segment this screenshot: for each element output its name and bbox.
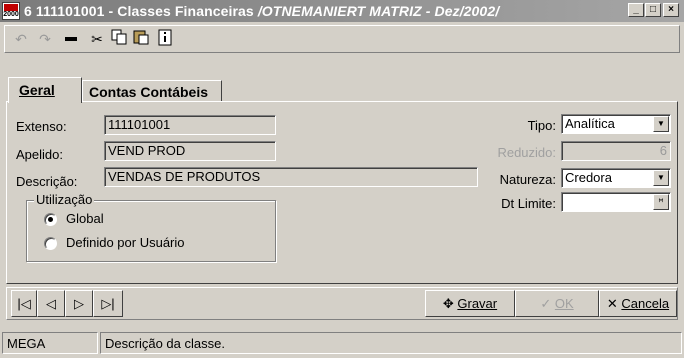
save-icon: ✥ — [442, 296, 454, 311]
chevron-down-icon[interactable]: ▼ — [653, 170, 669, 186]
reduzido-label: Reduzido: — [497, 145, 556, 160]
apelido-field[interactable]: VEND PROD — [104, 141, 276, 161]
tipo-select[interactable]: Analítica ▼ — [561, 114, 671, 134]
gravar-button[interactable]: ✥ Gravar — [425, 290, 515, 317]
cancel-icon: ✕ — [606, 296, 618, 311]
tipo-value: Analítica — [565, 116, 615, 131]
paste-icon[interactable] — [131, 29, 151, 49]
undo-icon[interactable]: ↶ — [11, 29, 31, 49]
descricao-field[interactable]: VENDAS DE PRODUTOS — [104, 167, 478, 187]
minus-icon[interactable] — [61, 29, 81, 49]
global-radio-label[interactable]: Global — [66, 211, 104, 226]
dt-limite-field[interactable]: ꟸ — [561, 192, 671, 212]
status-company: MEGA — [2, 332, 98, 354]
global-radio[interactable] — [44, 213, 57, 226]
status-message: Descrição da classe. — [100, 332, 682, 354]
prev-record-button[interactable]: ◁ — [37, 290, 65, 317]
window-title-context: /OTNEMANIERT MATRIZ - Dez/2002/ — [257, 3, 500, 19]
utilizacao-group — [26, 200, 276, 262]
copy-icon[interactable] — [109, 29, 129, 49]
last-record-button[interactable]: ▷| — [93, 290, 123, 317]
record-navigator: |◁ ◁ ▷ ▷| ✥ Gravar ✓ OK ✕ Cancela — [6, 287, 678, 320]
next-record-button[interactable]: ▷ — [65, 290, 93, 317]
info-icon[interactable] — [155, 29, 175, 49]
reduzido-field: 6 — [561, 141, 671, 161]
natureza-select[interactable]: Credora ▼ — [561, 168, 671, 188]
cancela-button[interactable]: ✕ Cancela — [599, 290, 677, 317]
descricao-label: Descrição: — [16, 174, 78, 189]
ok-button[interactable]: ✓ OK — [515, 290, 599, 317]
window-title: 6 111101001 - Classes Financeiras /OTNEM… — [24, 3, 500, 19]
extenso-label: Extenso: — [16, 119, 67, 134]
tab-geral[interactable]: Geral — [8, 77, 82, 103]
redo-icon[interactable]: ↷ — [35, 29, 55, 49]
maximize-button[interactable]: □ — [645, 3, 661, 17]
extenso-field[interactable]: 111101001 — [104, 115, 276, 135]
cut-icon[interactable]: ✂ — [87, 29, 107, 49]
definido-usuario-radio[interactable] — [44, 237, 57, 250]
natureza-value: Credora — [565, 170, 612, 185]
tab-contas-contabeis[interactable]: Contas Contábeis — [82, 80, 222, 102]
utilizacao-group-title: Utilização — [34, 192, 95, 207]
natureza-label: Natureza: — [499, 172, 556, 187]
classes-financeiras-window: 2000 6 111101001 - Classes Financeiras /… — [0, 0, 684, 358]
dt-limite-label: Dt Limite: — [501, 196, 556, 211]
chevron-down-icon[interactable]: ▼ — [653, 116, 669, 132]
check-icon: ✓ — [540, 296, 552, 311]
tipo-label: Tipo: — [527, 118, 556, 133]
definido-usuario-radio-label[interactable]: Definido por Usuário — [66, 235, 185, 250]
app-icon[interactable]: 2000 — [2, 2, 20, 20]
calendar-icon[interactable]: ꟸ — [653, 194, 669, 210]
toolbar: ↶ ↷ ✂ — [4, 25, 680, 53]
close-button[interactable]: × — [663, 3, 679, 17]
minimize-button[interactable]: _ — [628, 3, 644, 17]
title-bar[interactable]: 2000 6 111101001 - Classes Financeiras /… — [0, 0, 684, 22]
first-record-button[interactable]: |◁ — [11, 290, 37, 317]
status-bar: MEGA Descrição da classe. — [0, 332, 684, 356]
apelido-label: Apelido: — [16, 147, 63, 162]
